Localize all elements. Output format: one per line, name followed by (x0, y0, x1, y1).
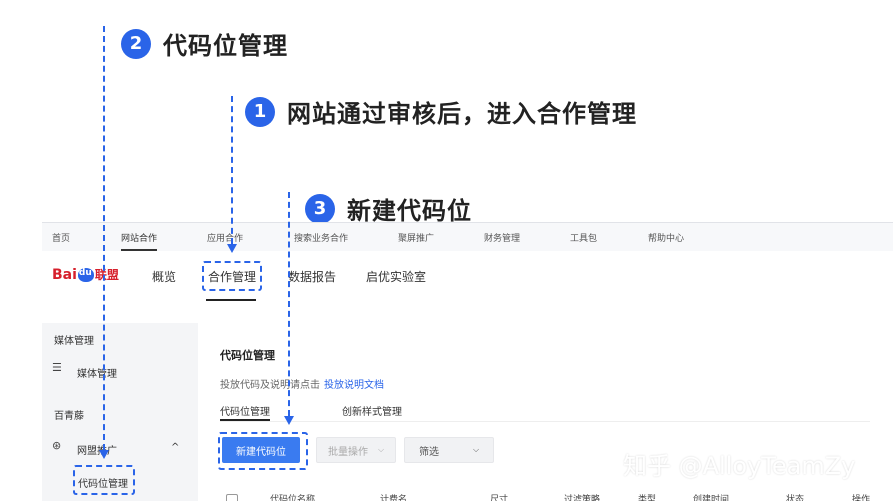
topnav-site-coop[interactable]: 网站合作 (121, 231, 157, 244)
step-3-text: 新建代码位 (347, 197, 472, 225)
filter-label: 筛选 (418, 446, 439, 458)
coop-manage-highlight-box (202, 261, 262, 291)
step-1-arrow (227, 244, 237, 253)
step-2-number: 2 (121, 28, 151, 59)
tab-active-indicator (220, 419, 270, 421)
step-2-annotation: 2 代码位管理 (121, 26, 288, 61)
tab-creative[interactable]: 创新样式管理 (342, 403, 402, 418)
adslot-highlight-box (73, 465, 135, 495)
baidu-union-logo: Bai du 联盟 (52, 266, 119, 283)
step-1-guide-line (231, 96, 233, 244)
watermark: 知乎 @AlloyTeamZy (623, 452, 856, 480)
sidebar-item-media[interactable]: 媒体管理 (77, 365, 117, 380)
desc-text: 投放代码及说明请点击 (220, 380, 320, 391)
chevron-down-icon: ⌵ (377, 445, 385, 454)
filter-button[interactable]: 筛选 ⌵ (404, 437, 494, 463)
topnav-home[interactable]: 首页 (52, 231, 70, 244)
batch-label: 批量操作 (327, 446, 368, 458)
step-1-number: 1 (245, 96, 275, 127)
page-title: 代码位管理 (220, 349, 275, 362)
doc-link[interactable]: 投放说明文档 (324, 380, 384, 391)
step-2-arrow (99, 450, 109, 459)
list-icon: ☰ (52, 361, 62, 374)
mainnav-active-indicator (206, 299, 256, 301)
step-1-annotation: 1 网站通过审核后，进入合作管理 (245, 94, 637, 129)
topnav-tools[interactable]: 工具包 (570, 231, 597, 244)
logo-du: du (78, 268, 92, 278)
sidebar-group-media: 媒体管理 (54, 336, 94, 347)
main-nav: Bai du 联盟 概览 合作管理 数据报告 启优实验室 (42, 251, 893, 323)
step-3-number: 3 (305, 193, 335, 224)
sidebar-item-promo[interactable]: 网盟推广 (77, 442, 117, 457)
mainnav-lab[interactable]: 启优实验室 (366, 268, 426, 285)
network-icon: ⊛ (52, 439, 62, 452)
step-2-text: 代码位管理 (163, 32, 288, 60)
tab-adslot[interactable]: 代码位管理 (220, 403, 270, 418)
mainnav-overview[interactable]: 概览 (152, 268, 176, 285)
tab-divider (220, 421, 870, 422)
topnav-app-coop[interactable]: 应用合作 (207, 231, 243, 244)
step-3-arrow (284, 416, 294, 425)
step-1-text: 网站通过审核后，进入合作管理 (287, 100, 637, 128)
chevron-down-icon: ⌵ (472, 445, 480, 454)
top-nav: 首页 网站合作 应用合作 搜索业务合作 聚屏推广 财务管理 工具包 帮助中心 (42, 223, 893, 252)
logo-lm: 联盟 (94, 268, 119, 282)
topnav-search-coop[interactable]: 搜索业务合作 (294, 231, 348, 244)
page-description: 投放代码及说明请点击 投放说明文档 (220, 376, 384, 391)
topnav-finance[interactable]: 财务管理 (484, 231, 520, 244)
batch-action-button[interactable]: 批量操作 ⌵ (316, 437, 396, 463)
step-3-annotation: 3 新建代码位 (305, 191, 472, 226)
step-3-guide-line (288, 192, 290, 416)
topnav-screen-promo[interactable]: 聚屏推广 (398, 231, 434, 244)
logo-bai: Bai (52, 267, 77, 283)
chevron-up-icon[interactable]: ^ (171, 442, 179, 453)
paw-icon: du (77, 268, 94, 282)
topnav-help[interactable]: 帮助中心 (648, 231, 684, 244)
new-adslot-highlight-box (218, 432, 308, 470)
mainnav-data-report[interactable]: 数据报告 (288, 268, 336, 285)
step-2-guide-line (103, 26, 105, 450)
sidebar-group-baiqingteng: 百青藤 (54, 411, 84, 422)
